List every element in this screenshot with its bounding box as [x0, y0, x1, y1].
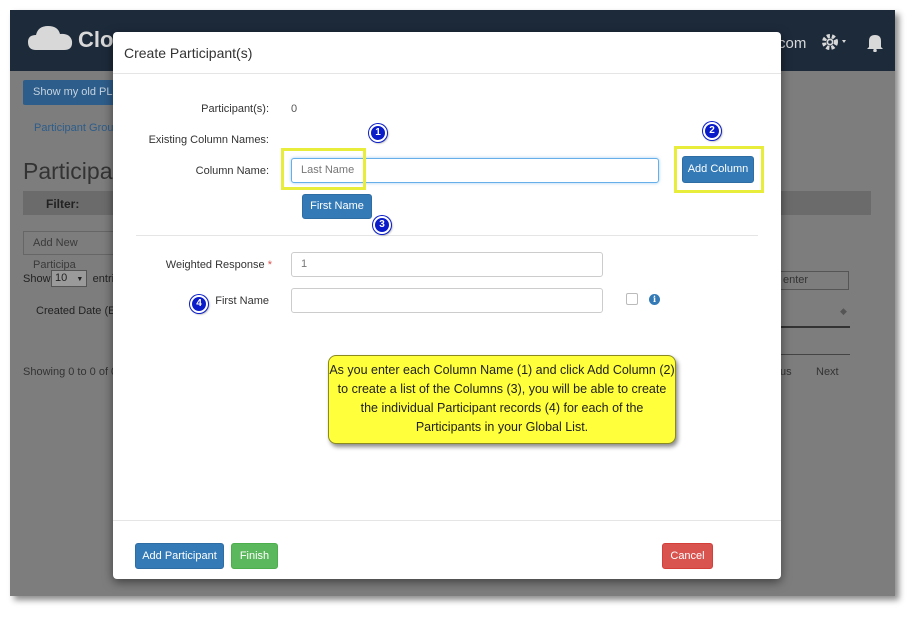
create-participant-modal: Create Participant(s) Participant(s): 0 …: [113, 32, 781, 579]
gear-icon[interactable]: [820, 32, 848, 52]
created-date-column-header[interactable]: Created Date (ET: [36, 305, 122, 317]
first-name-checkbox[interactable]: [626, 293, 638, 305]
instruction-callout: As you enter each Column Name (1) and cl…: [328, 355, 676, 444]
annotation-badge-3: 3: [373, 216, 391, 234]
modal-footer: Add Participant Finish Cancel: [113, 520, 781, 579]
filter-label: Filter:: [46, 197, 80, 211]
participants-count-value: 0: [291, 103, 298, 115]
annotation-badge-2: 2: [703, 122, 721, 140]
column-name-label: Column Name:: [195, 165, 269, 177]
existing-column-names-label: Existing Column Names:: [148, 134, 269, 146]
table-footer-divider: [780, 354, 850, 355]
next-page-link[interactable]: Next: [816, 366, 839, 378]
add-new-participant-button[interactable]: Add New Participa: [23, 231, 123, 271]
page-size-value: 10: [55, 272, 68, 284]
weighted-response-label: Weighted Response *: [143, 259, 272, 271]
app-window: Clou com Show my old PL Participant Grou…: [10, 10, 895, 596]
page-size-select[interactable]: 10 ▼: [51, 270, 87, 287]
first-name-input[interactable]: [291, 288, 603, 313]
highlight-column-name: [281, 148, 366, 190]
modal-title: Create Participant(s): [124, 45, 253, 61]
previous-page-link[interactable]: us: [780, 366, 792, 378]
bell-icon[interactable]: [865, 32, 885, 52]
column-chip-first-name[interactable]: First Name: [302, 194, 372, 219]
finish-button[interactable]: Finish: [231, 543, 278, 569]
participants-count-label: Participant(s):: [201, 103, 269, 115]
weighted-response-label-text: Weighted Response: [165, 259, 265, 271]
cloud-icon: [28, 26, 73, 50]
sort-icon[interactable]: ◆: [840, 306, 847, 317]
highlight-add-column: [674, 146, 764, 193]
show-label: Show: [23, 273, 51, 285]
nav-user-text: com: [778, 35, 807, 52]
annotation-badge-4: 4: [190, 295, 208, 313]
table-info-text: Showing 0 to 0 of 0: [23, 366, 118, 378]
caret-down-icon: ▼: [76, 276, 84, 283]
add-participant-button[interactable]: Add Participant: [135, 543, 224, 569]
annotation-badge-1: 1: [369, 124, 387, 142]
info-icon[interactable]: i: [649, 294, 660, 305]
section-divider: [136, 235, 758, 236]
modal-header: Create Participant(s): [113, 32, 781, 74]
entries-label: entri: [92, 273, 115, 285]
first-name-label: First Name: [215, 295, 269, 307]
tab-participant-groups[interactable]: Participant Group: [34, 122, 120, 134]
required-marker: *: [267, 259, 272, 271]
search-input[interactable]: enter: [777, 271, 849, 290]
cancel-button[interactable]: Cancel: [662, 543, 713, 569]
page-title: Participan: [23, 158, 126, 184]
table-header-divider: [780, 326, 850, 328]
weighted-response-input[interactable]: 1: [291, 252, 603, 277]
show-old-list-button[interactable]: Show my old PL: [23, 80, 123, 105]
